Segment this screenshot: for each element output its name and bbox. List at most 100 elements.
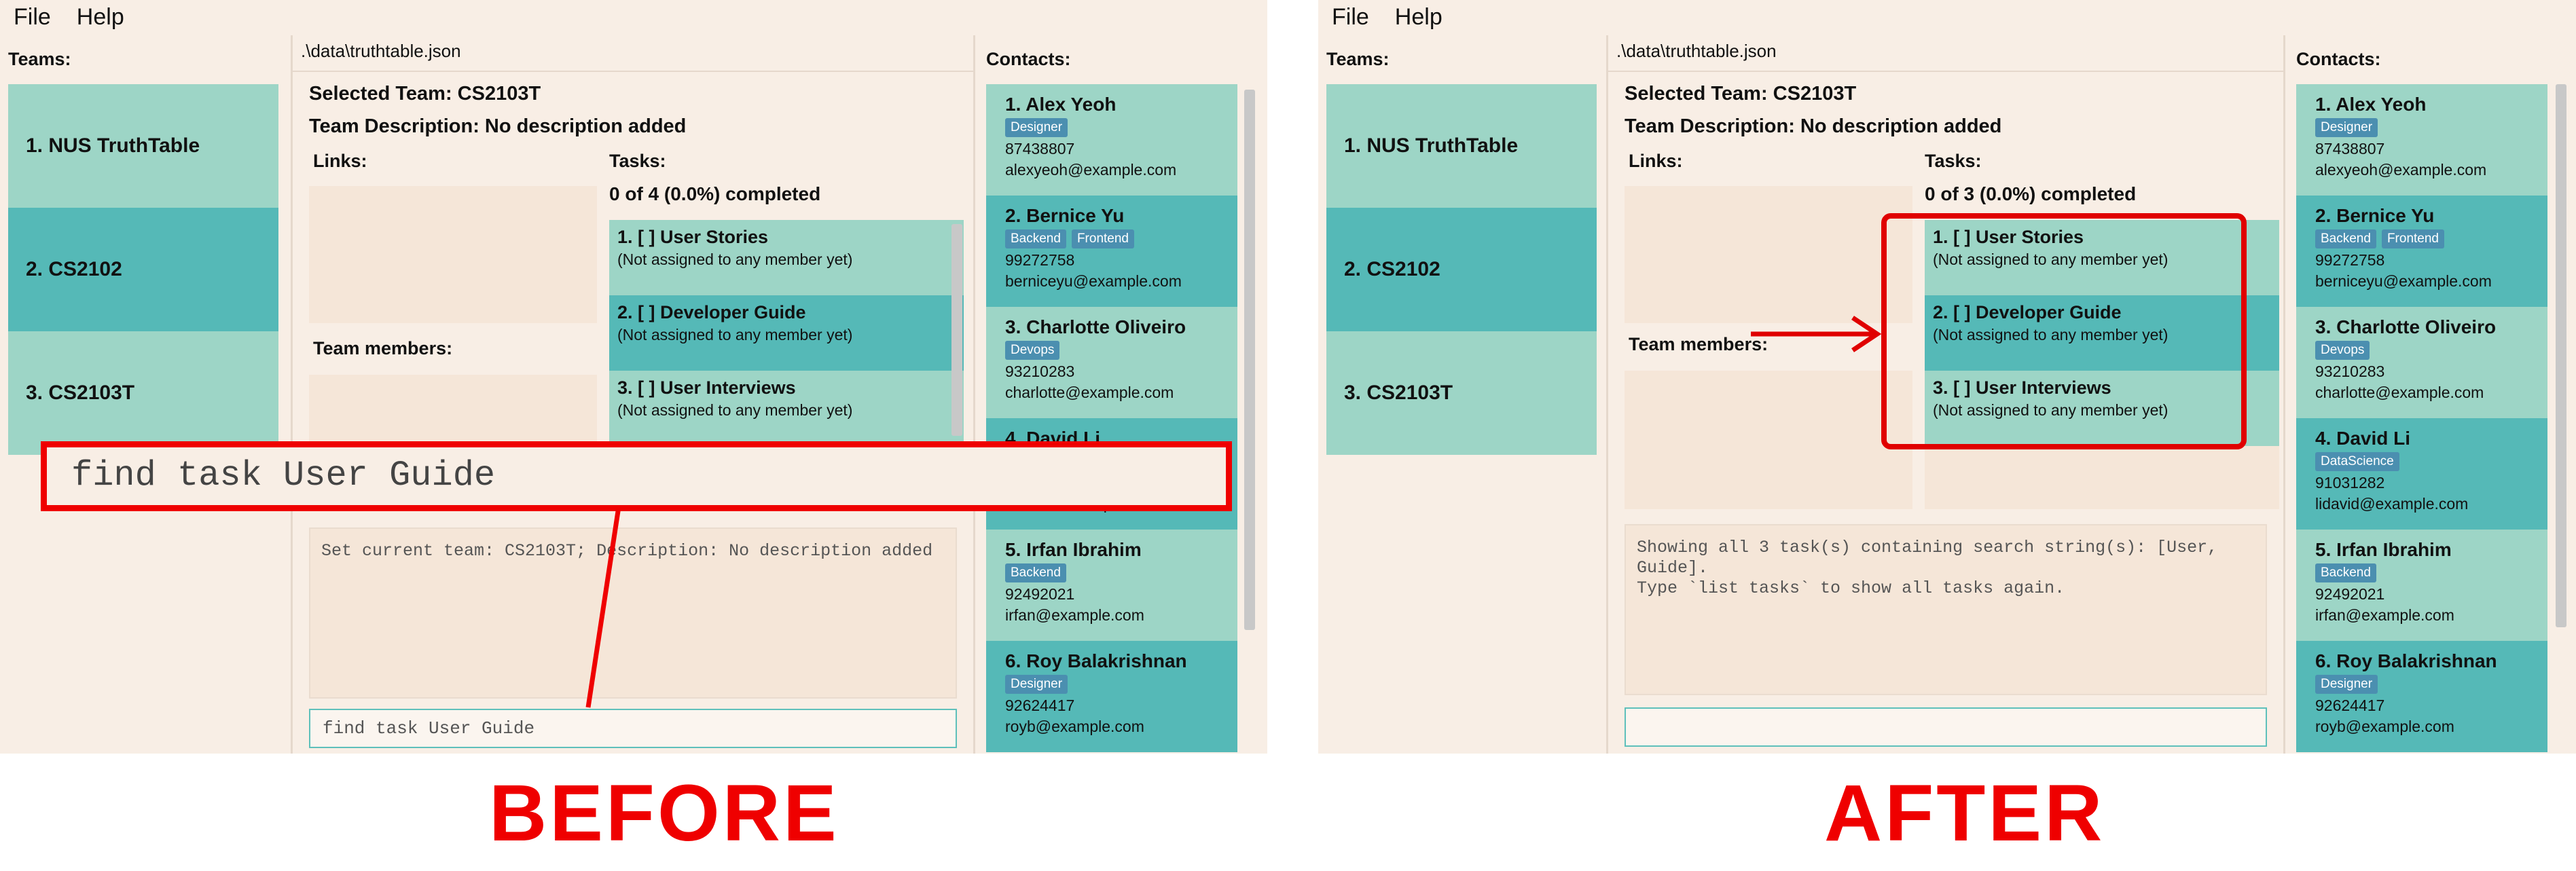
team-label: 2. CS2102 <box>1344 258 1440 280</box>
callout-arrow <box>1751 316 1882 352</box>
tasks-summary: 0 of 3 (0.0%) completed <box>1925 183 2137 204</box>
file-menu[interactable]: File <box>1332 4 1369 31</box>
contact-email: alexyeoh@example.com <box>1005 161 1177 179</box>
contact-phone: 93210283 <box>2315 363 2385 380</box>
contact-tag: Backend <box>1005 229 1066 248</box>
command-input[interactable]: find task User Guide <box>309 709 957 748</box>
teams-panel: Teams: 1. NUS TruthTable 2. CS2102 3. CS… <box>1318 35 1602 754</box>
task-assignee: (Not assigned to any member yet) <box>617 326 853 344</box>
result-display: Showing all 3 task(s) containing search … <box>1625 524 2267 695</box>
contact-name: 4. David Li <box>2315 428 2411 449</box>
contact-card[interactable]: 6. Roy Balakrishnan Designer 92624417 ro… <box>986 641 1237 752</box>
contact-email: berniceyu@example.com <box>2315 272 2492 290</box>
menu-bar: File Help <box>0 0 1267 34</box>
team-members-list[interactable] <box>1625 371 1912 509</box>
contact-name: 3. Charlotte Oliveiro <box>1005 316 1186 337</box>
team-item[interactable]: 3. CS2103T <box>8 331 278 455</box>
after-label: AFTER <box>1824 768 2105 858</box>
contacts-scrollbar[interactable] <box>1244 90 1255 630</box>
contact-name: 2. Bernice Yu <box>2315 205 2435 226</box>
task-item[interactable]: 1. [ ] User Stories (Not assigned to any… <box>609 220 964 295</box>
links-list[interactable] <box>1625 186 1912 323</box>
team-item[interactable]: 2. CS2102 <box>1326 208 1597 331</box>
task-assignee: (Not assigned to any member yet) <box>617 251 853 268</box>
team-item[interactable]: 1. NUS TruthTable <box>1326 84 1597 208</box>
contact-email: lidavid@example.com <box>2315 495 2469 513</box>
contact-phone: 93210283 <box>1005 363 1075 380</box>
contact-name: 6. Roy Balakrishnan <box>1005 650 1187 671</box>
callout-line <box>585 502 622 708</box>
contact-tag: Frontend <box>2381 229 2444 248</box>
contact-phone: 92624417 <box>2315 697 2385 714</box>
after-window: File Help Teams: 1. NUS TruthTable 2. CS… <box>1318 0 2576 754</box>
contacts-header: Contacts: <box>2296 49 2381 69</box>
links-label: Links: <box>1629 151 1683 171</box>
main-panel: .\data\truthtable.json Selected Team: CS… <box>291 35 975 754</box>
team-label: 1. NUS TruthTable <box>1344 134 1519 157</box>
task-title: 3. [ ] User Interviews <box>617 377 796 398</box>
contact-card[interactable]: 2. Bernice Yu Backend Frontend 99272758 b… <box>2296 196 2547 307</box>
contact-card[interactable]: 4. David Li DataScience 91031282 lidavid… <box>2296 418 2547 530</box>
selected-team: Selected Team: CS2103T <box>1625 83 1857 105</box>
tasks-list[interactable]: 1. [ ] User Stories (Not assigned to any… <box>609 220 964 478</box>
file-menu[interactable]: File <box>14 4 51 31</box>
contacts-panel: Contacts: 1. Alex Yeoh Designer 87438807… <box>2285 35 2576 754</box>
team-members-label: Team members: <box>1629 334 1768 354</box>
command-input[interactable] <box>1625 707 2267 747</box>
magnified-command: find task User Guide <box>41 441 1232 511</box>
contact-tag: Designer <box>2315 118 2378 137</box>
contact-card[interactable]: 5. Irfan Ibrahim Backend 92492021 irfan@… <box>2296 530 2547 641</box>
file-path: .\data\truthtable.json <box>1616 41 1777 61</box>
contact-card[interactable]: 1. Alex Yeoh Designer 87438807 alexyeoh@… <box>986 84 1237 196</box>
team-item[interactable]: 3. CS2103T <box>1326 331 1597 455</box>
contact-phone: 92492021 <box>1005 585 1075 603</box>
tasks-label: Tasks: <box>1925 151 1982 171</box>
contact-card[interactable]: 3. Charlotte Oliveiro Devops 93210283 ch… <box>2296 307 2547 418</box>
task-title: 2. [ ] Developer Guide <box>617 302 806 322</box>
contact-name: 3. Charlotte Oliveiro <box>2315 316 2497 337</box>
links-label: Links: <box>313 151 367 171</box>
main-panel: .\data\truthtable.json Selected Team: CS… <box>1606 35 2285 754</box>
before-label: BEFORE <box>489 768 839 858</box>
before-window: File Help Teams: 1. NUS TruthTable 2. CS… <box>0 0 1267 754</box>
contact-tag: Frontend <box>1071 229 1134 248</box>
task-item[interactable]: 3. [ ] User Interviews (Not assigned to … <box>609 371 964 446</box>
contact-phone: 92624417 <box>1005 697 1075 714</box>
contacts-header: Contacts: <box>986 49 1071 69</box>
contact-phone: 92492021 <box>2315 585 2385 603</box>
teams-header: Teams: <box>8 49 71 69</box>
tasks-label: Tasks: <box>609 151 666 171</box>
teams-panel: Teams: 1. NUS TruthTable 2. CS2102 3. CS… <box>0 35 284 754</box>
tasks-scrollbar[interactable] <box>951 224 962 436</box>
team-item[interactable]: 2. CS2102 <box>8 208 278 331</box>
contacts-panel: Contacts: 1. Alex Yeoh Designer 87438807… <box>975 35 1267 754</box>
contact-card[interactable]: 3. Charlotte Oliveiro Devops 93210283 ch… <box>986 307 1237 418</box>
menu-bar: File Help <box>1318 0 2576 34</box>
contact-email: royb@example.com <box>1005 718 1144 735</box>
task-item[interactable]: 2. [ ] Developer Guide (Not assigned to … <box>609 295 964 371</box>
help-menu[interactable]: Help <box>77 4 124 31</box>
help-menu[interactable]: Help <box>1395 4 1443 31</box>
contact-card[interactable]: 2. Bernice Yu Backend Frontend 99272758 b… <box>986 196 1237 307</box>
links-list[interactable] <box>309 186 597 323</box>
contact-card[interactable]: 1. Alex Yeoh Designer 87438807 alexyeoh@… <box>2296 84 2547 196</box>
contact-phone: 87438807 <box>2315 140 2385 157</box>
divider <box>1608 71 2283 72</box>
team-label: 1. NUS TruthTable <box>26 134 200 157</box>
contact-card[interactable]: 5. Irfan Ibrahim Backend 92492021 irfan@… <box>986 530 1237 641</box>
tasks-summary: 0 of 4 (0.0%) completed <box>609 183 821 204</box>
contact-tag: Backend <box>2315 563 2376 582</box>
highlight-frame <box>1881 213 2247 449</box>
contact-name: 5. Irfan Ibrahim <box>2315 539 2452 560</box>
task-title: 1. [ ] User Stories <box>617 227 769 247</box>
contact-email: royb@example.com <box>2315 718 2454 735</box>
contact-tag: Backend <box>1005 563 1066 582</box>
contact-tag: Devops <box>1005 341 1060 360</box>
contact-card[interactable]: 6. Roy Balakrishnan Designer 92624417 ro… <box>2296 641 2547 752</box>
contacts-scrollbar[interactable] <box>2556 84 2566 627</box>
team-label: 3. CS2103T <box>1344 382 1453 404</box>
team-label: 3. CS2103T <box>26 382 135 404</box>
team-item[interactable]: 1. NUS TruthTable <box>8 84 278 208</box>
contact-tag: DataScience <box>2315 452 2399 471</box>
contact-tag: Designer <box>1005 118 1068 137</box>
